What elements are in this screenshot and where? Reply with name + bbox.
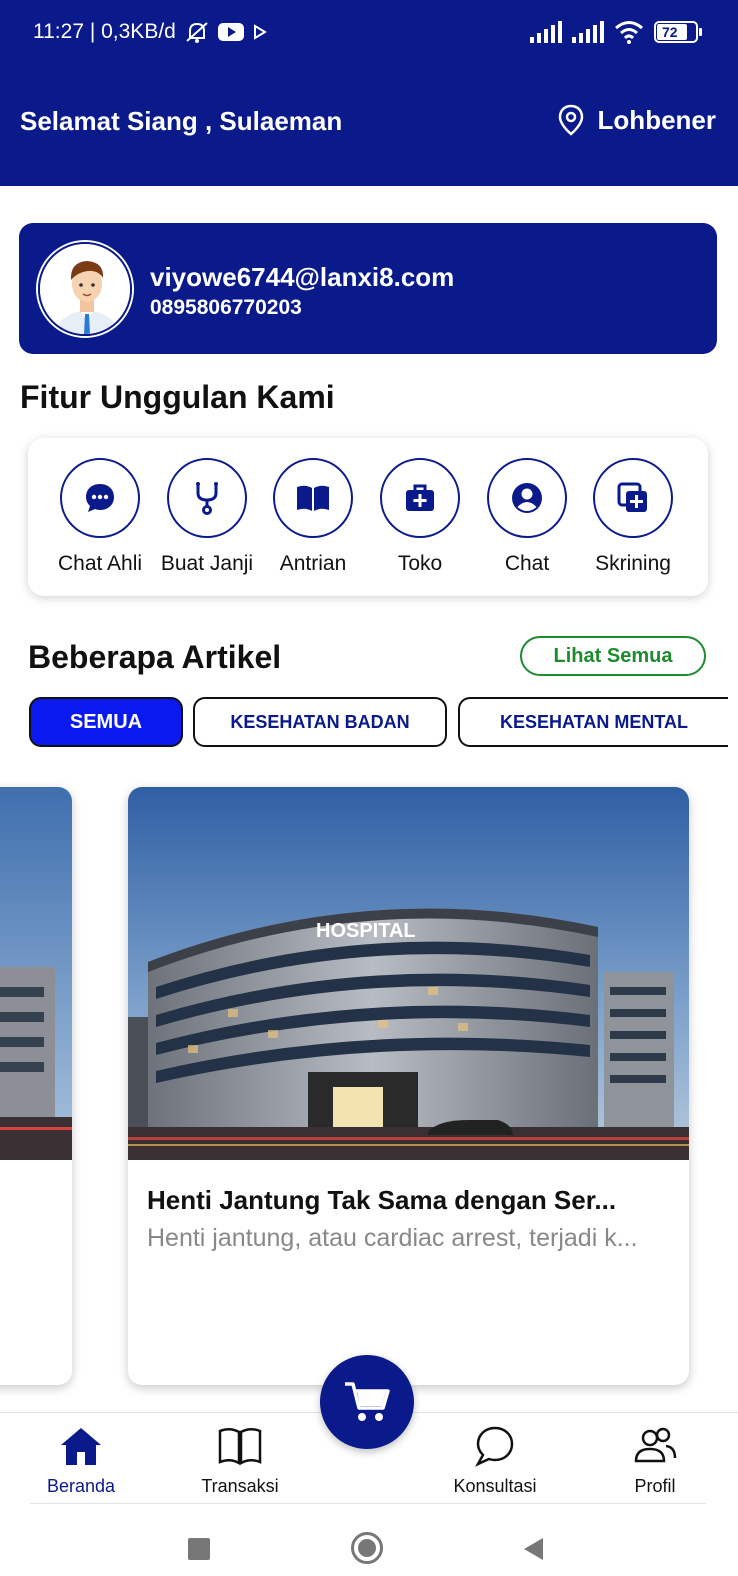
profile-email: viyowe6744@lanxi8.com — [150, 262, 455, 292]
cart-icon — [345, 1382, 390, 1421]
article-description: Henti jantung, atau cardiac arrest, terj… — [147, 1224, 638, 1252]
battery-level: 72 — [662, 24, 678, 40]
medical-bag-icon — [406, 484, 434, 511]
article-image — [0, 787, 72, 1160]
status-right: 72 — [530, 20, 702, 44]
chip-kesehatan-badan[interactable]: KESEHATAN BADAN — [193, 697, 447, 747]
feature-label: Toko — [397, 552, 443, 575]
battery-icon: 72 — [654, 21, 702, 43]
feature-buat-janji[interactable]: Buat Janji — [154, 458, 260, 588]
feature-label: Buat Janji — [160, 552, 254, 575]
book-open-icon — [218, 1428, 262, 1466]
nav-label: Transaksi — [201, 1476, 279, 1496]
feature-icon-circle — [167, 458, 247, 538]
back-button[interactable] — [521, 1536, 545, 1562]
status-bar: 11:27 | 0,3KB/d 72 — [0, 0, 738, 68]
youtube-icon — [217, 23, 244, 41]
article-card-previous[interactable] — [0, 787, 72, 1385]
system-nav-bar — [0, 1504, 738, 1576]
feature-chat[interactable]: Chat — [474, 458, 580, 588]
article-title: Henti Jantung Tak Sama dengan Ser... — [147, 1185, 617, 1215]
nav-transaksi[interactable]: Transaksi — [195, 1425, 285, 1497]
nav-konsultasi[interactable]: Konsultasi — [446, 1425, 544, 1497]
feature-label: Skrining — [595, 552, 671, 575]
signal-icon-2 — [572, 21, 604, 43]
feature-icon-circle — [60, 458, 140, 538]
add-copy-icon — [617, 482, 647, 512]
chat-bubble-icon — [86, 484, 114, 512]
book-icon — [297, 485, 329, 511]
play-icon — [253, 24, 267, 40]
chip-semua[interactable]: SEMUA — [29, 697, 183, 747]
feature-chat-ahli[interactable]: Chat Ahli — [47, 458, 153, 588]
feature-icon-circle — [273, 458, 353, 538]
status-left: 11:27 | 0,3KB/d — [33, 20, 268, 44]
profile-card[interactable]: viyowe6744@lanxi8.com 0895806770203 — [19, 223, 717, 354]
app-header: 11:27 | 0,3KB/d 72 Selamat Siang , Sulae… — [0, 0, 738, 186]
user-circle-icon — [512, 483, 542, 513]
nav-beranda[interactable]: Beranda — [40, 1425, 122, 1497]
nav-label: Konsultasi — [453, 1476, 537, 1496]
nav-label: Beranda — [46, 1476, 116, 1496]
chat-icon — [475, 1426, 514, 1467]
status-time: 11:27 | 0,3KB/d — [33, 20, 176, 43]
hospital-image: HOSPITAL — [128, 787, 689, 1160]
recent-apps-button[interactable] — [188, 1538, 210, 1560]
location-selector[interactable]: Lohbener — [558, 104, 716, 136]
feature-icon-circle — [487, 458, 567, 538]
cart-button[interactable] — [320, 1355, 414, 1449]
user-avatar-icon — [40, 244, 130, 334]
hospital-sign: HOSPITAL — [316, 920, 416, 942]
feature-antrian[interactable]: Antrian — [260, 458, 366, 588]
feature-label: Chat — [504, 552, 550, 575]
nav-profil[interactable]: Profil — [620, 1425, 690, 1497]
location-label: Lohbener — [597, 104, 716, 135]
see-all-button[interactable]: Lihat Semua — [520, 636, 706, 676]
avatar — [38, 242, 132, 336]
location-pin-icon — [558, 104, 583, 136]
feature-label: Antrian — [279, 552, 347, 575]
article-card[interactable]: HOSPITAL Henti Jantung Tak Sama dengan S… — [128, 787, 689, 1385]
features-card: Chat Ahli Buat Janji Antrian Toko Chat S… — [28, 438, 708, 596]
feature-label: Chat Ahli — [57, 552, 143, 575]
feature-icon-circle — [380, 458, 460, 538]
users-icon — [634, 1427, 677, 1463]
articles-title: Beberapa Artikel — [28, 639, 282, 675]
feature-skrining[interactable]: Skrining — [580, 458, 686, 588]
home-button[interactable] — [351, 1532, 383, 1564]
mute-icon — [186, 22, 208, 43]
greeting-text: Selamat Siang , Sulaeman — [20, 106, 343, 136]
hospital-image — [0, 787, 72, 1160]
feature-icon-circle — [593, 458, 673, 538]
signal-icon — [530, 21, 562, 43]
stethoscope-icon — [196, 482, 218, 515]
feature-toko[interactable]: Toko — [367, 458, 473, 588]
features-title: Fitur Unggulan Kami — [20, 379, 335, 415]
chip-kesehatan-mental[interactable]: KESEHATAN MENTAL — [458, 697, 728, 747]
nav-label: Profil — [634, 1476, 676, 1496]
home-icon — [61, 1428, 101, 1465]
profile-phone: 0895806770203 — [150, 296, 302, 319]
article-image: HOSPITAL — [128, 787, 689, 1160]
wifi-icon — [615, 21, 643, 44]
